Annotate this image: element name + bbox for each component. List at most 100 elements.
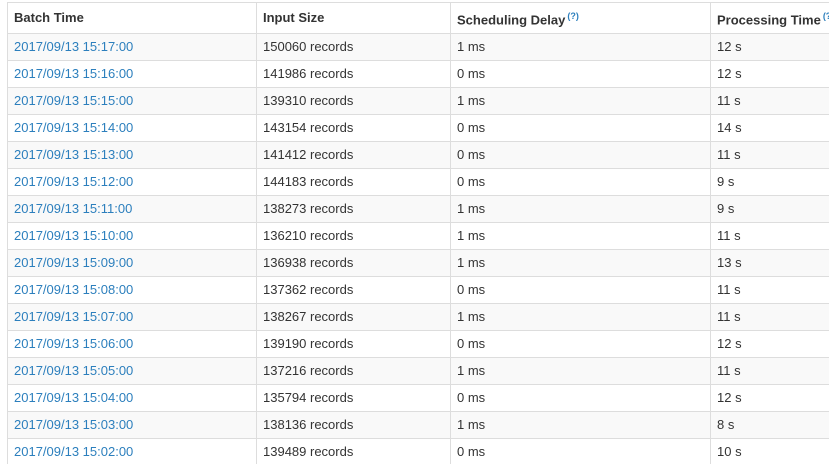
processing-time-cell: 11 s xyxy=(710,276,829,305)
scheduling-delay-cell: 1 ms xyxy=(450,303,711,332)
header-scheduling-delay[interactable]: Scheduling Delay (?) xyxy=(450,1,711,35)
batch-time-cell: 2017/09/13 15:02:00 xyxy=(7,438,257,464)
batch-time-cell: 2017/09/13 15:11:00 xyxy=(7,195,257,224)
scheduling-delay-cell: 0 ms xyxy=(450,276,711,305)
processing-time-cell: 11 s xyxy=(710,87,829,116)
completed-batches-table-container: Batch Time Input Size Scheduling Delay (?… xyxy=(0,0,829,464)
scheduling-delay-cell: 1 ms xyxy=(450,33,711,62)
table-row: 2017/09/13 15:15:00 139310 records 1 ms … xyxy=(7,87,829,116)
scheduling-delay-cell: 0 ms xyxy=(450,60,711,89)
batch-time-link[interactable]: 2017/09/13 15:11:00 xyxy=(14,201,132,216)
table-row: 2017/09/13 15:14:00 143154 records 0 ms … xyxy=(7,114,829,143)
batch-time-link[interactable]: 2017/09/13 15:09:00 xyxy=(14,255,133,270)
input-size-cell: 141986 records xyxy=(256,60,451,89)
batch-time-cell: 2017/09/13 15:08:00 xyxy=(7,276,257,305)
scheduling-delay-help-icon[interactable]: (?) xyxy=(567,11,579,21)
batch-time-link[interactable]: 2017/09/13 15:15:00 xyxy=(14,93,133,108)
processing-time-cell: 12 s xyxy=(710,60,829,89)
batch-time-link[interactable]: 2017/09/13 15:13:00 xyxy=(14,147,133,162)
table-row: 2017/09/13 15:03:00 138136 records 1 ms … xyxy=(7,411,829,440)
scheduling-delay-cell: 0 ms xyxy=(450,330,711,359)
table-row: 2017/09/13 15:12:00 144183 records 0 ms … xyxy=(7,168,829,197)
input-size-cell: 150060 records xyxy=(256,33,451,62)
input-size-cell: 143154 records xyxy=(256,114,451,143)
input-size-cell: 136938 records xyxy=(256,249,451,278)
processing-time-cell: 14 s xyxy=(710,114,829,143)
table-row: 2017/09/13 15:06:00 139190 records 0 ms … xyxy=(7,330,829,359)
processing-time-cell: 12 s xyxy=(710,330,829,359)
completed-batches-table: Batch Time Input Size Scheduling Delay (?… xyxy=(7,1,829,464)
scheduling-delay-cell: 1 ms xyxy=(450,411,711,440)
input-size-cell: 135794 records xyxy=(256,384,451,413)
processing-time-cell: 11 s xyxy=(710,141,829,170)
table-row: 2017/09/13 15:11:00 138273 records 1 ms … xyxy=(7,195,829,224)
header-processing-time[interactable]: Processing Time(?) xyxy=(710,1,829,35)
input-size-cell: 141412 records xyxy=(256,141,451,170)
input-size-cell: 138267 records xyxy=(256,303,451,332)
table-body: 2017/09/13 15:17:00 150060 records 1 ms … xyxy=(7,33,829,464)
processing-time-cell: 12 s xyxy=(710,33,829,62)
processing-time-cell: 11 s xyxy=(710,222,829,251)
table-header: Batch Time Input Size Scheduling Delay (?… xyxy=(7,1,829,35)
processing-time-cell: 11 s xyxy=(710,357,829,386)
batch-time-cell: 2017/09/13 15:15:00 xyxy=(7,87,257,116)
batch-time-link[interactable]: 2017/09/13 15:06:00 xyxy=(14,336,133,351)
input-size-cell: 139190 records xyxy=(256,330,451,359)
processing-time-cell: 11 s xyxy=(710,303,829,332)
table-row: 2017/09/13 15:09:00 136938 records 1 ms … xyxy=(7,249,829,278)
batch-time-cell: 2017/09/13 15:07:00 xyxy=(7,303,257,332)
table-row: 2017/09/13 15:08:00 137362 records 0 ms … xyxy=(7,276,829,305)
batch-time-cell: 2017/09/13 15:05:00 xyxy=(7,357,257,386)
table-row: 2017/09/13 15:16:00 141986 records 0 ms … xyxy=(7,60,829,89)
scheduling-delay-cell: 1 ms xyxy=(450,357,711,386)
processing-time-cell: 9 s xyxy=(710,168,829,197)
processing-time-cell: 9 s xyxy=(710,195,829,224)
batch-time-link[interactable]: 2017/09/13 15:05:00 xyxy=(14,363,133,378)
scheduling-delay-cell: 1 ms xyxy=(450,87,711,116)
batch-time-cell: 2017/09/13 15:04:00 xyxy=(7,384,257,413)
input-size-cell: 139310 records xyxy=(256,87,451,116)
table-row: 2017/09/13 15:17:00 150060 records 1 ms … xyxy=(7,33,829,62)
header-input-size[interactable]: Input Size xyxy=(256,1,451,35)
batch-time-link[interactable]: 2017/09/13 15:12:00 xyxy=(14,174,133,189)
table-row: 2017/09/13 15:07:00 138267 records 1 ms … xyxy=(7,303,829,332)
table-row: 2017/09/13 15:10:00 136210 records 1 ms … xyxy=(7,222,829,251)
header-input-size-label: Input Size xyxy=(263,10,325,26)
batch-time-link[interactable]: 2017/09/13 15:04:00 xyxy=(14,390,133,405)
processing-time-cell: 13 s xyxy=(710,249,829,278)
batch-time-link[interactable]: 2017/09/13 15:07:00 xyxy=(14,309,133,324)
scheduling-delay-cell: 0 ms xyxy=(450,141,711,170)
batch-time-cell: 2017/09/13 15:13:00 xyxy=(7,141,257,170)
batch-time-cell: 2017/09/13 15:14:00 xyxy=(7,114,257,143)
header-batch-time[interactable]: Batch Time xyxy=(7,1,257,35)
input-size-cell: 136210 records xyxy=(256,222,451,251)
scheduling-delay-cell: 0 ms xyxy=(450,384,711,413)
batch-time-link[interactable]: 2017/09/13 15:03:00 xyxy=(14,417,133,432)
batch-time-link[interactable]: 2017/09/13 15:17:00 xyxy=(14,39,133,54)
header-scheduling-delay-label: Scheduling Delay xyxy=(457,12,566,28)
table-row: 2017/09/13 15:04:00 135794 records 0 ms … xyxy=(7,384,829,413)
batch-time-link[interactable]: 2017/09/13 15:16:00 xyxy=(14,66,133,81)
header-batch-time-label: Batch Time xyxy=(14,10,84,26)
processing-time-cell: 8 s xyxy=(710,411,829,440)
batch-time-link[interactable]: 2017/09/13 15:02:00 xyxy=(14,444,133,459)
processing-time-cell: 10 s xyxy=(710,438,829,464)
scheduling-delay-cell: 0 ms xyxy=(450,168,711,197)
batch-time-cell: 2017/09/13 15:09:00 xyxy=(7,249,257,278)
scheduling-delay-cell: 0 ms xyxy=(450,438,711,464)
batch-time-cell: 2017/09/13 15:12:00 xyxy=(7,168,257,197)
input-size-cell: 138273 records xyxy=(256,195,451,224)
scheduling-delay-cell: 1 ms xyxy=(450,222,711,251)
batch-time-link[interactable]: 2017/09/13 15:14:00 xyxy=(14,120,133,135)
batch-time-cell: 2017/09/13 15:03:00 xyxy=(7,411,257,440)
input-size-cell: 144183 records xyxy=(256,168,451,197)
scheduling-delay-cell: 1 ms xyxy=(450,195,711,224)
processing-time-help-icon[interactable]: (?) xyxy=(823,11,829,21)
batch-time-link[interactable]: 2017/09/13 15:08:00 xyxy=(14,282,133,297)
batch-time-cell: 2017/09/13 15:06:00 xyxy=(7,330,257,359)
header-processing-time-label: Processing Time xyxy=(717,12,821,28)
input-size-cell: 137362 records xyxy=(256,276,451,305)
input-size-cell: 139489 records xyxy=(256,438,451,464)
input-size-cell: 138136 records xyxy=(256,411,451,440)
batch-time-link[interactable]: 2017/09/13 15:10:00 xyxy=(14,228,133,243)
